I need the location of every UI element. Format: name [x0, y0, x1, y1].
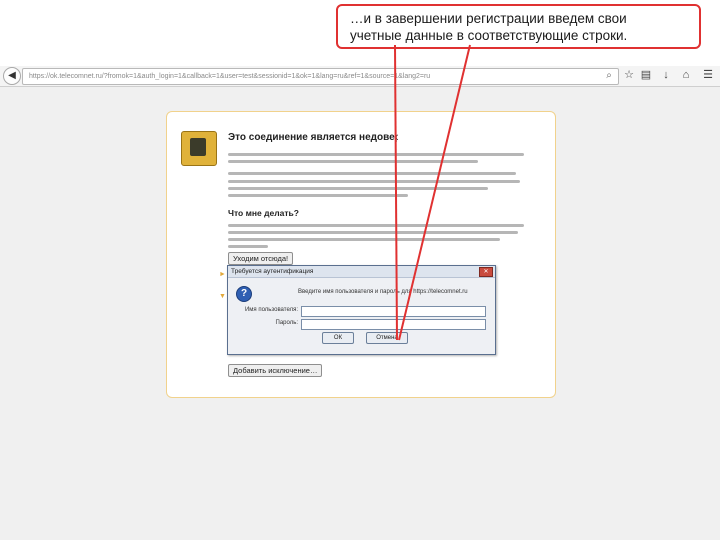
text-line [228, 194, 408, 197]
close-icon[interactable]: ✕ [479, 267, 493, 277]
home-icon[interactable]: ⌂ [679, 68, 693, 82]
text-line [228, 160, 478, 163]
url-text: https://ok.telecomnet.ru/?fromok=1&auth_… [29, 73, 431, 80]
bookmarks-icon[interactable]: ▤ [639, 68, 653, 82]
question-icon: ? [236, 286, 252, 302]
password-input[interactable] [301, 319, 486, 330]
search-icon[interactable]: ⌕ [603, 70, 615, 82]
security-warning-icon [181, 131, 217, 166]
dialog-titlebar: Требуется аутентификация ✕ [228, 266, 495, 278]
text-line [228, 172, 516, 175]
dialog-message: Введите имя пользователя и пароль для ht… [298, 289, 468, 295]
browser-toolbar: ◀ https://ok.telecomnet.ru/?fromok=1&aut… [0, 66, 720, 87]
leave-button[interactable]: Уходим отсюда! [228, 252, 294, 265]
text-line [228, 231, 518, 234]
star-icon[interactable]: ☆ [622, 68, 636, 82]
text-line [228, 153, 524, 156]
download-icon[interactable]: ↓ [659, 68, 673, 82]
callout-text: …и в завершении регистрации введем свои … [350, 10, 690, 44]
back-icon[interactable]: ◀ [3, 67, 21, 85]
what-to-do-heading: Что мне делать? [228, 208, 299, 218]
url-bar[interactable]: https://ok.telecomnet.ru/?fromok=1&auth_… [22, 68, 619, 85]
username-label: Имя пользователя: [244, 307, 298, 313]
password-label: Пароль: [275, 320, 299, 326]
text-line [228, 187, 488, 190]
expand-arrow-icon[interactable]: ► [219, 271, 226, 278]
menu-icon[interactable]: ☰ [701, 68, 715, 82]
expand-arrow-icon[interactable]: ▼ [219, 293, 226, 300]
auth-dialog: Требуется аутентификация ✕ ? Введите имя… [227, 265, 496, 355]
cancel-button[interactable]: Отмена [366, 332, 408, 344]
add-exception-button[interactable]: Добавить исключение… [228, 364, 323, 377]
text-line [228, 224, 524, 227]
username-input[interactable] [301, 306, 486, 317]
text-line [228, 238, 500, 241]
text-line [228, 180, 520, 183]
text-line [228, 245, 268, 248]
callout-line-2: учетные данные в соответствующие строки. [350, 28, 628, 43]
instruction-callout: …и в завершении регистрации введем свои … [336, 4, 701, 49]
dialog-title: Требуется аутентификация [231, 268, 314, 275]
error-title: Это соединение является недоверенным [228, 132, 398, 143]
callout-line-1: …и в завершении регистрации введем свои [350, 11, 627, 26]
ok-button[interactable]: ОК [322, 332, 354, 344]
